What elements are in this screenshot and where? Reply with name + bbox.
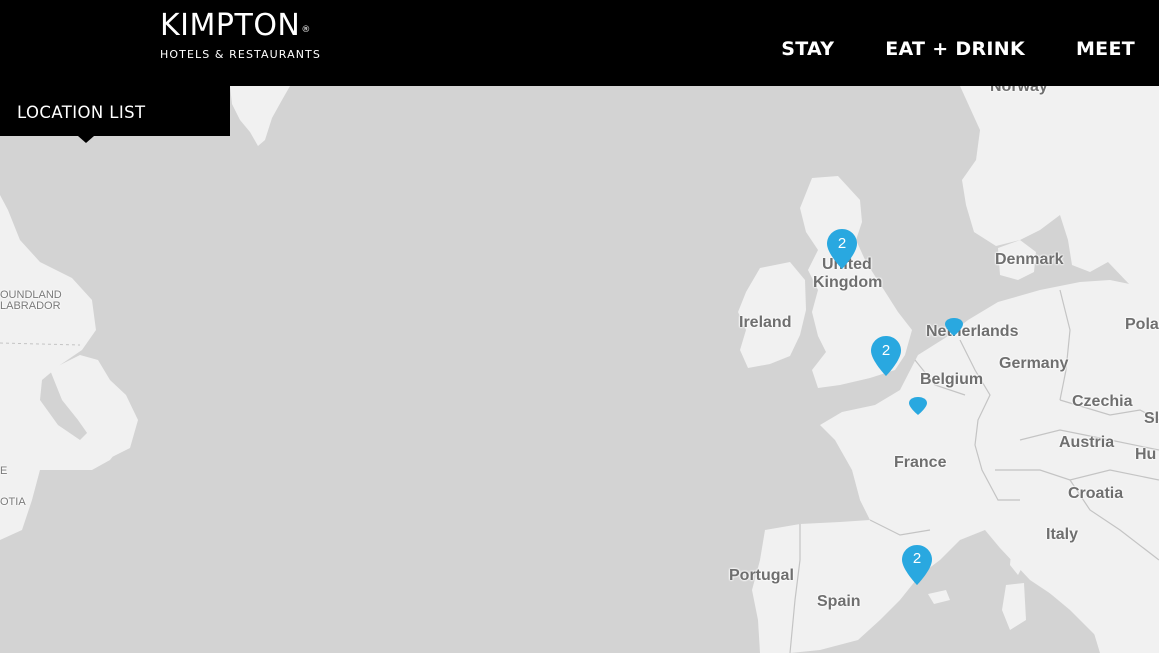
label-slovakia: Sl bbox=[1144, 410, 1159, 427]
location-list-button[interactable]: LOCATION LIST bbox=[0, 86, 230, 136]
main-nav: STAY EAT + DRINK MEET bbox=[730, 38, 1135, 60]
label-austria: Austria bbox=[1059, 434, 1115, 451]
map-pin-icon bbox=[909, 397, 927, 415]
marker-count: 2 bbox=[837, 235, 847, 252]
label-germany: Germany bbox=[999, 355, 1069, 372]
label-newfoundland-2: LABRADOR bbox=[0, 300, 61, 312]
label-france: France bbox=[894, 454, 947, 471]
logo-wordmark: KIMPTON® bbox=[160, 8, 321, 44]
label-croatia: Croatia bbox=[1068, 485, 1124, 502]
label-hungary: Hu bbox=[1135, 446, 1157, 463]
kimpton-logo[interactable]: KIMPTON® HOTELS & RESTAURANTS bbox=[160, 8, 321, 61]
label-ireland: Ireland bbox=[739, 314, 792, 331]
label-united-kingdom-2: Kingdom bbox=[813, 274, 883, 291]
nav-eat-drink[interactable]: EAT + DRINK bbox=[885, 38, 1025, 60]
label-czechia: Czechia bbox=[1072, 393, 1133, 410]
registered-mark: ® bbox=[301, 25, 311, 35]
label-spain: Spain bbox=[817, 593, 861, 610]
label-belgium: Belgium bbox=[920, 371, 984, 388]
top-navigation-bar: KIMPTON® HOTELS & RESTAURANTS STAY EAT +… bbox=[0, 0, 1159, 86]
marker-count: 2 bbox=[881, 342, 891, 359]
location-list-label: LOCATION LIST bbox=[17, 103, 146, 122]
nav-stay[interactable]: STAY bbox=[781, 38, 834, 60]
label-nova-scotia-2: OTIA bbox=[0, 496, 26, 508]
nav-meet[interactable]: MEET bbox=[1076, 38, 1135, 60]
label-italy: Italy bbox=[1046, 526, 1079, 543]
logo-subtitle: HOTELS & RESTAURANTS bbox=[160, 48, 321, 61]
marker-count: 2 bbox=[912, 550, 922, 567]
map-pin-icon bbox=[945, 318, 963, 336]
label-denmark: Denmark bbox=[995, 251, 1064, 268]
label-nova-scotia-1: E bbox=[0, 465, 8, 477]
logo-main-text: KIMPTON bbox=[160, 8, 301, 43]
label-portugal: Portugal bbox=[729, 567, 794, 584]
caret-down-icon bbox=[78, 136, 94, 143]
label-poland: Pola bbox=[1125, 316, 1159, 333]
label-netherlands: Netherlands bbox=[926, 323, 1019, 340]
